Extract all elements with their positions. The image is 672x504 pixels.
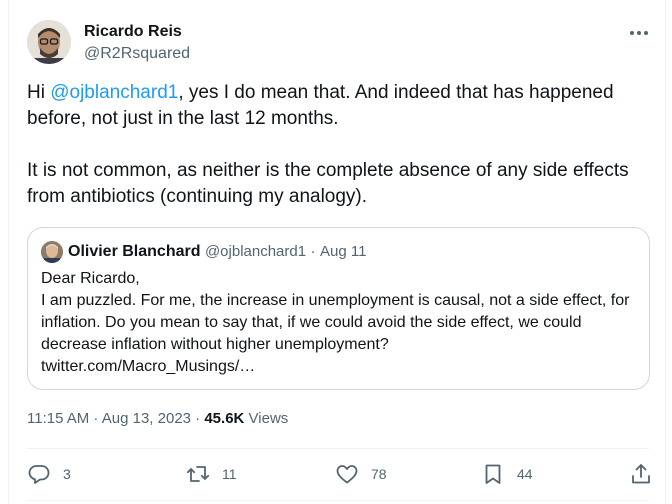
tweet-card: Ricardo Reis @R2Rsquared Hi @ojblanchard…: [8, 0, 666, 504]
quoted-date: Aug 11: [320, 243, 367, 260]
quoted-text: Dear Ricardo, I am puzzled. For me, the …: [41, 270, 630, 375]
quoted-separator: ·: [310, 243, 316, 260]
bookmark-count: 44: [517, 466, 533, 482]
tweet-text: Hi @ojblanchard1, yes I do mean that. An…: [27, 80, 649, 210]
retweet-count: 11: [222, 466, 237, 482]
reply-button[interactable]: 3: [27, 457, 71, 491]
author-name[interactable]: Ricardo Reis: [84, 22, 182, 42]
more-icon[interactable]: [625, 22, 653, 44]
quoted-tweet[interactable]: Olivier Blanchard @ojblanchard1 · Aug 11…: [27, 227, 650, 390]
divider: [27, 500, 649, 501]
quoted-author-avatar: [41, 241, 63, 263]
quoted-author-handle: @ojblanchard1: [204, 243, 307, 260]
author-avatar[interactable]: [27, 20, 71, 64]
divider: [27, 448, 649, 449]
reply-icon: [28, 465, 50, 484]
views-label: Views: [244, 410, 289, 427]
retweet-button[interactable]: 11: [186, 457, 237, 491]
quoted-header: Olivier Blanchard @ojblanchard1 · Aug 11: [68, 241, 366, 263]
share-button[interactable]: [629, 457, 653, 491]
tweet-paragraph-1: Hi @ojblanchard1, yes I do mean that. An…: [27, 80, 649, 132]
retweet-icon: [186, 466, 210, 482]
quoted-author-name: Olivier Blanchard: [68, 243, 201, 260]
action-bar: 3 11 78 44: [27, 457, 650, 491]
tweet-paragraph-2: It is not common, as neither is the comp…: [27, 160, 629, 207]
tweet-meta: 11:15 AM · Aug 13, 2023 · 45.6K Views: [27, 408, 288, 430]
reply-count: 3: [63, 466, 71, 482]
like-button[interactable]: 78: [335, 457, 387, 491]
timestamp[interactable]: 11:15 AM · Aug 13, 2023 ·: [27, 410, 204, 427]
like-icon: [336, 465, 358, 484]
tweet-greeting: Hi: [27, 82, 51, 103]
like-count: 78: [371, 466, 387, 482]
bookmark-button[interactable]: 44: [481, 457, 533, 491]
bookmark-icon: [485, 464, 501, 484]
share-icon: [632, 464, 650, 484]
views-count: 45.6K: [204, 410, 245, 427]
mention-link[interactable]: @ojblanchard1: [50, 82, 178, 103]
author-handle[interactable]: @R2Rsquared: [84, 44, 190, 64]
